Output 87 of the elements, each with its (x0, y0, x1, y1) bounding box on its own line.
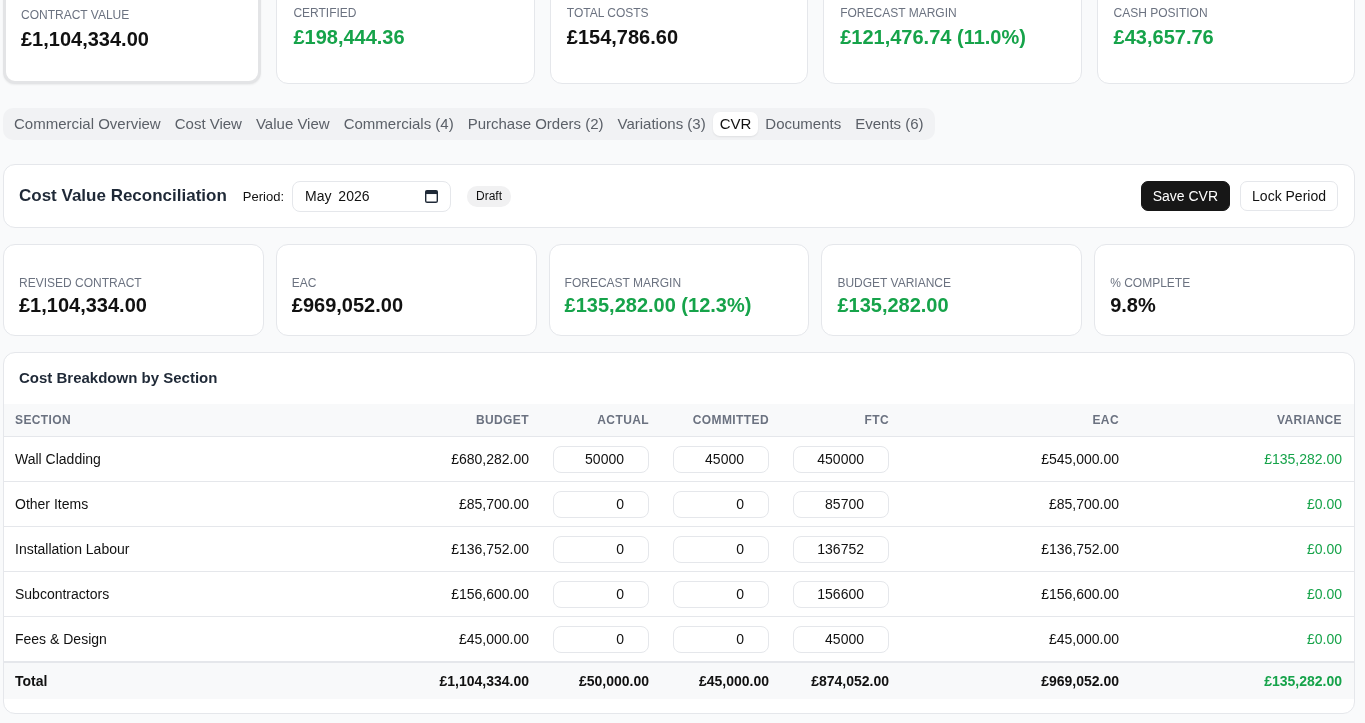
card-value: £43,657.76 (1113, 25, 1215, 50)
summary-card[interactable]: CONTRACT VALUE £1,104,334.00 (3, 0, 262, 84)
section-name: Wall Cladding (4, 436, 341, 482)
summary-card[interactable]: FORECAST MARGIN £121,476.74 (11.0%) (823, 0, 1082, 84)
card-value: £1,104,334.00 (21, 27, 150, 52)
card-label: TOTAL COSTS (566, 5, 650, 21)
amount-field[interactable]: 450000 (793, 445, 889, 473)
amount-field[interactable]: 0 (553, 625, 649, 653)
table-cell: £135,282.00 (1131, 436, 1354, 482)
table-cell: £85,700.00 (901, 481, 1131, 527)
table-cell: £136,752.00 (341, 526, 541, 572)
amount-field[interactable]: 136752 (793, 535, 889, 563)
column-header: EAC (901, 404, 1131, 437)
amount-field[interactable]: 0 (673, 580, 769, 608)
metric-label: REVISED CONTRACT (19, 275, 143, 291)
table-cell: £50,000.00 (541, 662, 661, 699)
period-field[interactable]: May 2026 (292, 180, 452, 212)
save-button[interactable]: Save CVR (1140, 181, 1231, 211)
card-label: FORECAST MARGIN (840, 5, 958, 21)
amount-field[interactable]: 0 (553, 490, 649, 518)
metric-value: £969,052.00 (291, 293, 405, 318)
table-cell: £0.00 (1131, 571, 1354, 617)
column-header: COMMITTED (661, 404, 781, 437)
lock-button[interactable]: Lock Period (1240, 181, 1338, 211)
table-cell: £545,000.00 (901, 436, 1131, 482)
amount-field[interactable]: 0 (553, 535, 649, 563)
table-cell: £1,104,334.00 (341, 662, 541, 699)
amount-field[interactable]: 0 (673, 625, 769, 653)
section-name: Installation Labour (4, 526, 341, 572)
tab[interactable]: Variations (3) (610, 112, 713, 136)
amount-field[interactable]: 85700 (793, 490, 889, 518)
field-label: Period: (242, 188, 285, 204)
card-value: £121,476.74 (11.0%) (840, 25, 1027, 50)
section-name: Subcontractors (4, 571, 341, 617)
card-value: £198,444.36 (293, 25, 406, 50)
summary-card[interactable]: TOTAL COSTS £154,786.60 (549, 0, 809, 84)
card-label: CASH POSITION (1113, 5, 1209, 21)
metric-label: % COMPLETE (1110, 275, 1192, 291)
column-header: ACTUAL (541, 404, 661, 437)
total-label: Total (4, 662, 341, 699)
column-header: VARIANCE (1131, 404, 1354, 437)
column-header: SECTION (4, 404, 341, 437)
metric-label: EAC (291, 275, 318, 291)
table-cell: £874,052.00 (781, 662, 901, 699)
amount-field[interactable]: 45000 (673, 445, 769, 473)
table-cell: £45,000.00 (661, 662, 781, 699)
metric-value: £135,282.00 (12.3%) (564, 293, 753, 318)
panel-title: Cost Value Reconciliation (19, 186, 227, 206)
card-label: CONTRACT VALUE (21, 7, 131, 23)
section-name: Other Items (4, 481, 341, 527)
metric-label: BUDGET VARIANCE (837, 275, 952, 291)
amount-field[interactable]: 0 (673, 535, 769, 563)
metric-value: £135,282.00 (837, 293, 950, 318)
table-cell: £680,282.00 (341, 436, 541, 482)
amount-field[interactable]: 156600 (793, 580, 889, 608)
summary-card[interactable]: CERTIFIED £198,444.36 (276, 0, 535, 84)
amount-field[interactable]: 0 (673, 490, 769, 518)
panel-title: Cost Breakdown by Section (18, 368, 219, 388)
metric-value: £1,104,334.00 (19, 293, 148, 318)
card-label: CERTIFIED (293, 5, 358, 21)
table-cell: £0.00 (1131, 481, 1354, 527)
tab[interactable]: Commercial Overview (7, 112, 168, 136)
card-value: £154,786.60 (566, 25, 680, 50)
table-cell: £969,052.00 (901, 662, 1131, 699)
tab[interactable]: Value View (248, 112, 337, 136)
tab[interactable]: Cost View (167, 112, 249, 136)
metric-value: 9.8% (1110, 293, 1157, 318)
status-badge: Draft (467, 185, 512, 207)
column-header: FTC (781, 404, 901, 437)
summary-card[interactable]: CASH POSITION £43,657.76 (1096, 0, 1355, 84)
tab[interactable]: CVR (712, 112, 759, 136)
table-cell: £156,600.00 (901, 571, 1131, 617)
table-cell: £135,282.00 (1131, 662, 1354, 699)
table-cell: £156,600.00 (341, 571, 541, 617)
amount-field[interactable]: 50000 (553, 445, 649, 473)
table-cell: £0.00 (1131, 526, 1354, 572)
tab[interactable]: Events (6) (848, 112, 931, 136)
amount-field[interactable]: 0 (553, 580, 649, 608)
table-cell: £85,700.00 (341, 481, 541, 527)
tab[interactable]: Purchase Orders (2) (460, 112, 611, 136)
table-cell: £136,752.00 (901, 526, 1131, 572)
tab[interactable]: Commercials (4) (336, 112, 461, 136)
calendar-icon[interactable] (425, 189, 439, 203)
tab[interactable]: Documents (758, 112, 849, 136)
amount-field[interactable]: 45000 (793, 625, 889, 653)
column-header: BUDGET (341, 404, 541, 437)
metric-label: FORECAST MARGIN (564, 275, 683, 291)
